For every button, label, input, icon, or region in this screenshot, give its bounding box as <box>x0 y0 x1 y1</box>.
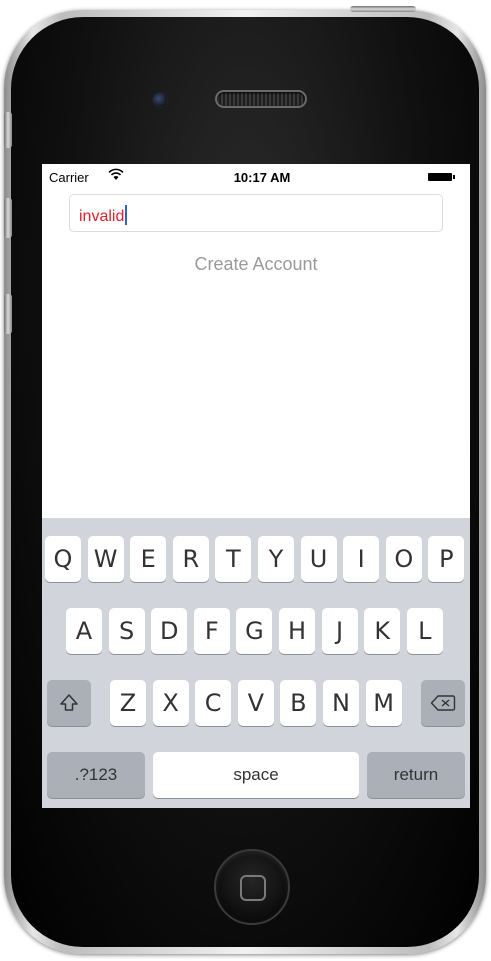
delete-icon <box>430 695 456 711</box>
mute-switch <box>4 112 12 148</box>
key-y[interactable]: Y <box>258 536 294 582</box>
volume-down-button <box>4 294 12 334</box>
key-p[interactable]: P <box>428 536 465 582</box>
key-c[interactable]: C <box>195 680 232 726</box>
return-key[interactable]: return <box>367 752 465 798</box>
key-u[interactable]: U <box>300 536 337 582</box>
key-n[interactable]: N <box>323 680 359 726</box>
delete-key[interactable] <box>421 680 465 726</box>
space-key[interactable]: space <box>153 752 359 798</box>
wifi-icon <box>108 168 124 180</box>
status-bar: Carrier 10:17 AM <box>42 164 470 188</box>
key-x[interactable]: X <box>152 680 189 726</box>
screen: Carrier 10:17 AM invalid Create Account <box>42 164 470 808</box>
battery-icon <box>428 173 455 181</box>
key-h[interactable]: H <box>279 608 315 654</box>
key-z[interactable]: Z <box>110 680 146 726</box>
key-r[interactable]: R <box>172 536 209 582</box>
key-b[interactable]: B <box>280 680 317 726</box>
key-m[interactable]: M <box>365 680 402 726</box>
key-l[interactable]: L <box>406 608 443 654</box>
shift-key[interactable] <box>47 680 91 726</box>
key-f[interactable]: F <box>193 608 230 654</box>
volume-up-button <box>4 198 12 238</box>
key-j[interactable]: J <box>321 608 358 654</box>
key-g[interactable]: G <box>236 608 273 654</box>
key-a[interactable]: A <box>66 608 102 654</box>
home-button[interactable] <box>214 849 290 925</box>
key-i[interactable]: I <box>343 536 380 582</box>
carrier-label: Carrier <box>49 170 89 185</box>
text-field-value: invalid <box>79 208 125 225</box>
key-s[interactable]: S <box>108 608 145 654</box>
text-caret <box>125 205 128 225</box>
create-account-button[interactable]: Create Account <box>42 254 470 275</box>
key-d[interactable]: D <box>151 608 188 654</box>
status-time: 10:17 AM <box>233 170 291 185</box>
key-t[interactable]: T <box>215 536 252 582</box>
earpiece-speaker <box>215 90 307 108</box>
home-square-icon <box>240 875 266 901</box>
key-k[interactable]: K <box>364 608 401 654</box>
key-q[interactable]: Q <box>45 536 81 582</box>
key-v[interactable]: V <box>237 680 274 726</box>
keyboard: .?123 space return QWERTYUIOP ASDFGHJKL ZX… <box>42 518 470 808</box>
sleep-button <box>350 6 416 12</box>
phone-frame: Carrier 10:17 AM invalid Create Account <box>0 0 491 961</box>
key-o[interactable]: O <box>385 536 422 582</box>
numbers-key[interactable]: .?123 <box>47 752 145 798</box>
key-w[interactable]: W <box>87 536 124 582</box>
front-camera <box>152 92 168 108</box>
key-e[interactable]: E <box>130 536 167 582</box>
shift-icon <box>60 694 78 711</box>
account-text-field[interactable]: invalid <box>69 194 443 232</box>
